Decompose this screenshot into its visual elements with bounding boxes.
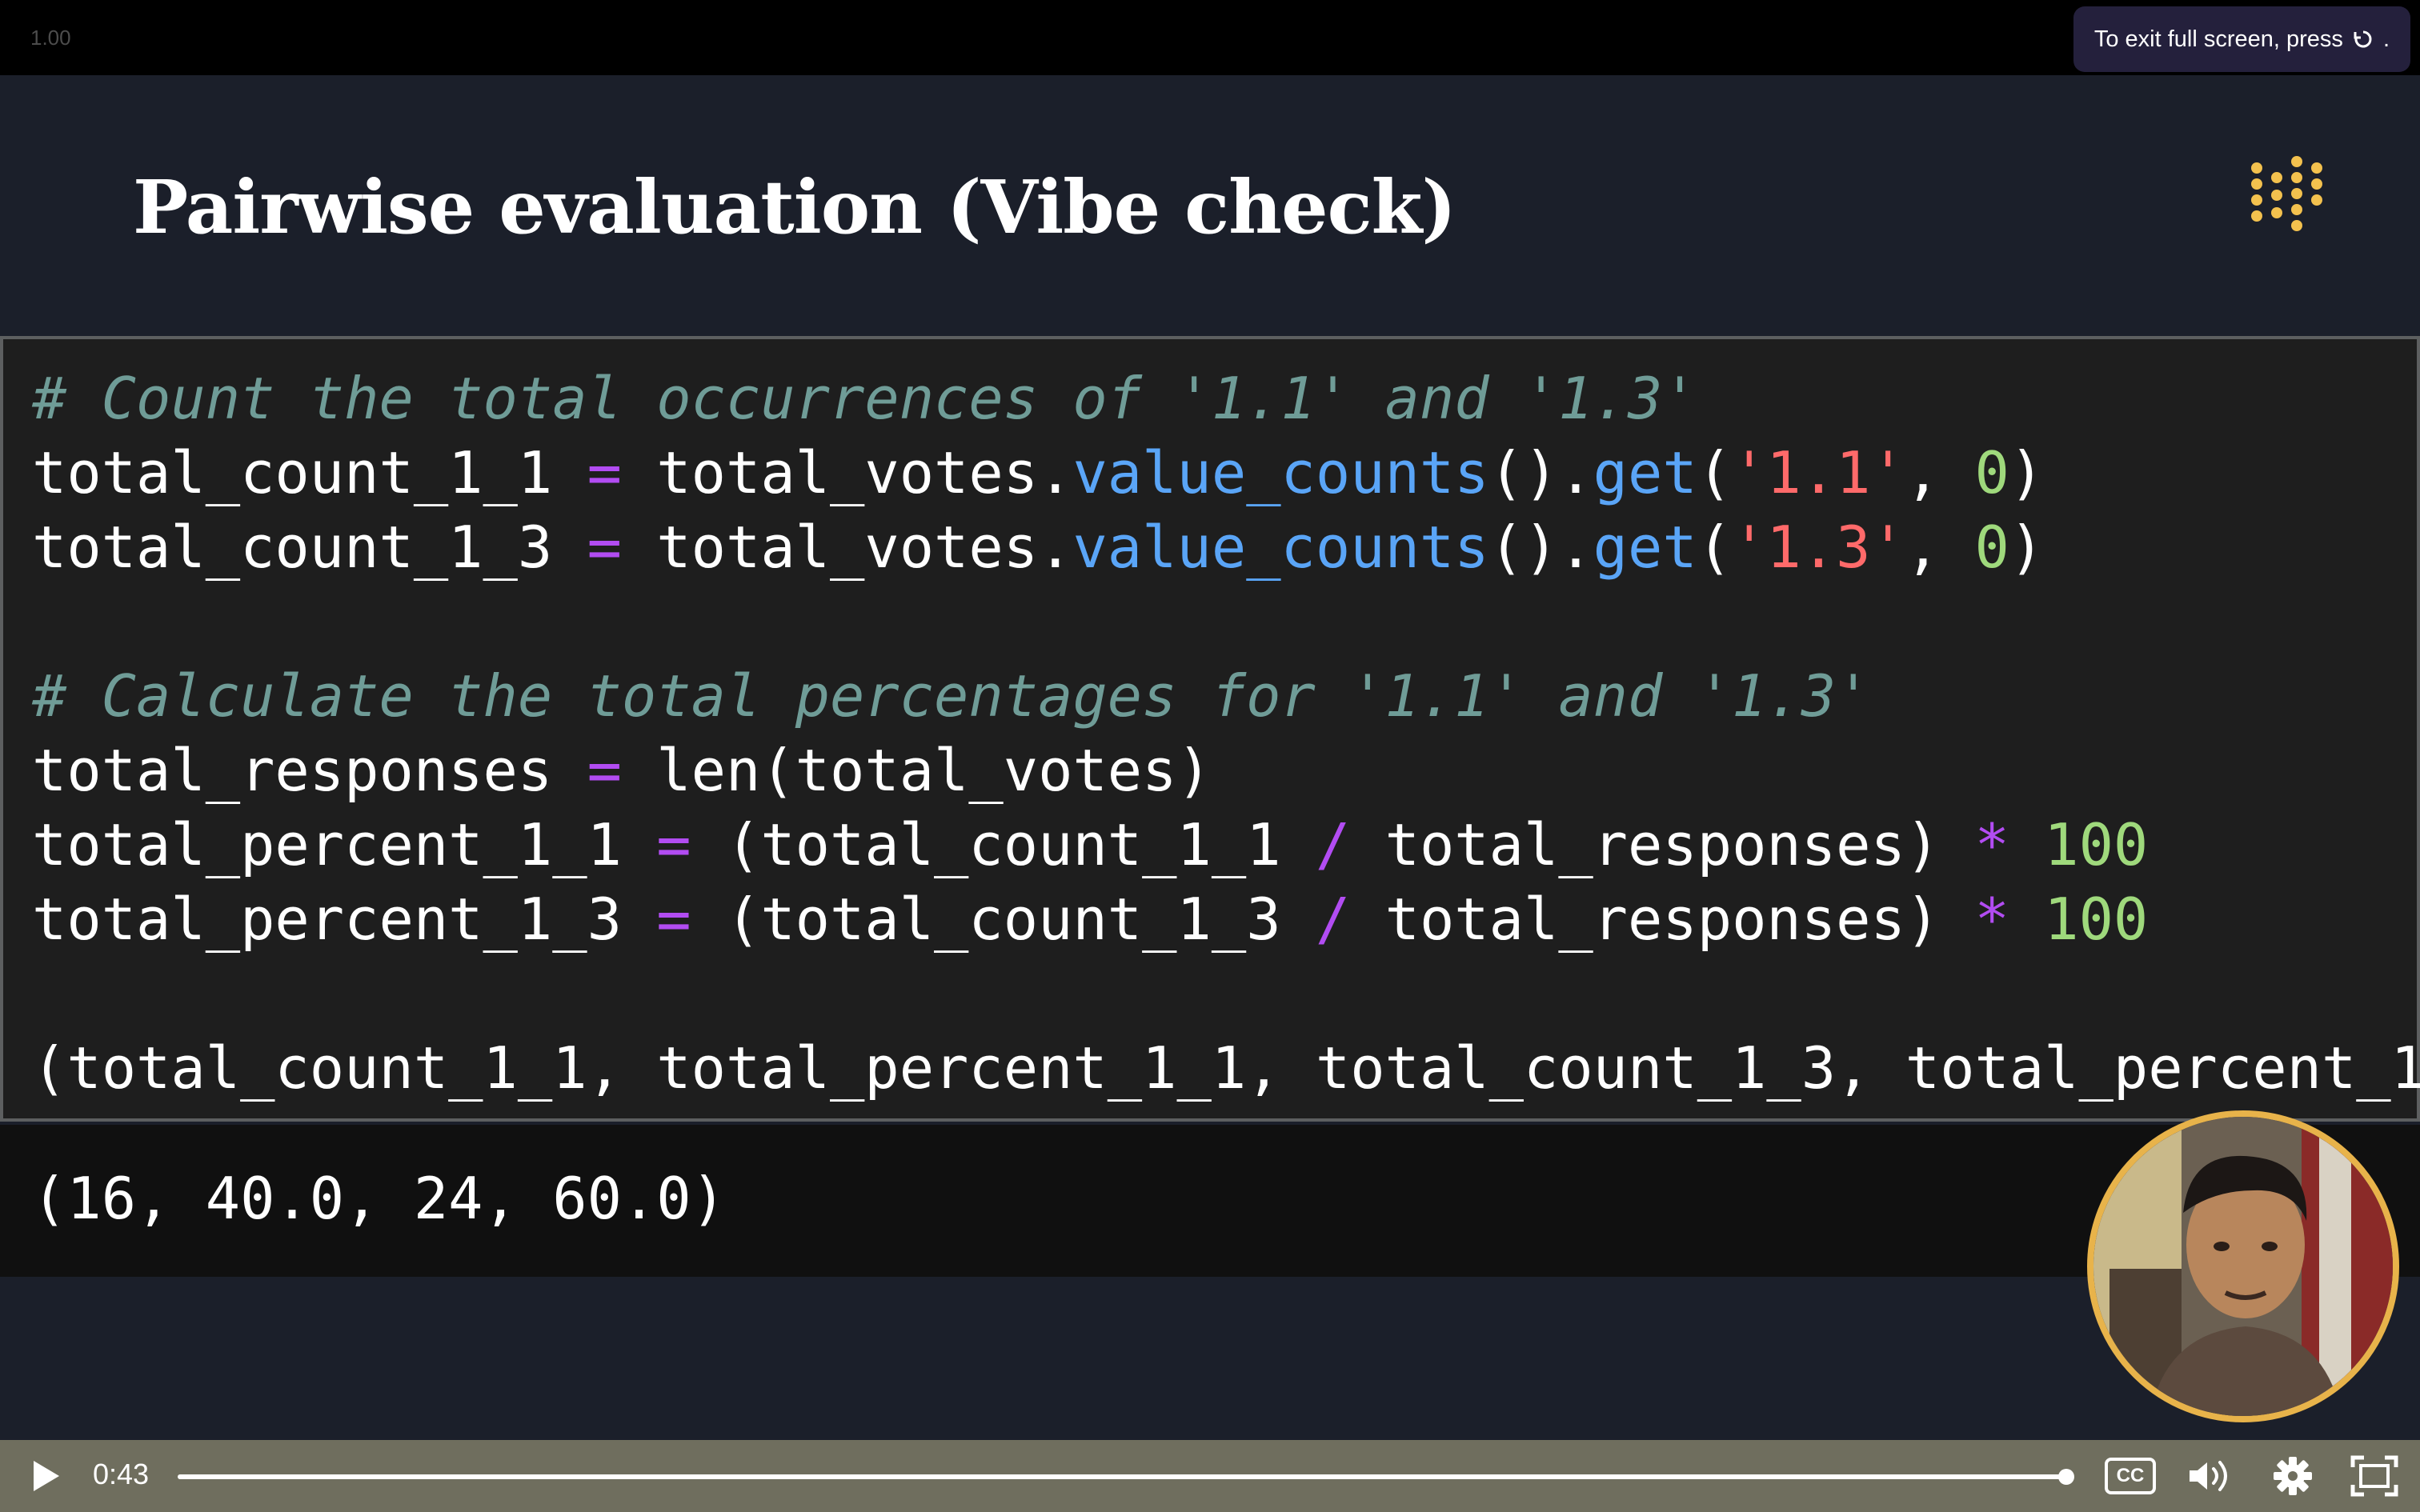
logo-dot bbox=[2271, 190, 2282, 201]
code-token: ) bbox=[2009, 514, 2045, 581]
escape-key-icon bbox=[2351, 27, 2375, 51]
fullscreen-exit-icon[interactable] bbox=[2350, 1454, 2399, 1498]
top-bar: 1.00 To exit full screen, press . bbox=[0, 0, 2420, 75]
logo-dot bbox=[2251, 194, 2262, 206]
code-line: total_count_1_1 = total_votes.value_coun… bbox=[32, 436, 2420, 510]
logo-dot bbox=[2251, 162, 2262, 174]
code-token: / bbox=[1315, 811, 1351, 878]
exit-fullscreen-toast: To exit full screen, press . bbox=[2073, 6, 2410, 72]
code-token: / bbox=[1315, 886, 1351, 953]
play-icon[interactable] bbox=[24, 1454, 67, 1498]
code-token: total_responses bbox=[32, 737, 587, 804]
code-token: ) bbox=[2009, 439, 2045, 506]
logo-dot bbox=[2311, 178, 2322, 190]
output-text: (16, 40.0, 24, 60.0) bbox=[32, 1165, 726, 1232]
player-controls: 0:43 CC bbox=[0, 1440, 2420, 1512]
code-token: '1.1' bbox=[1732, 439, 1905, 506]
code-token: 100 bbox=[2044, 811, 2149, 878]
code-token: len(total_votes) bbox=[621, 737, 1212, 804]
code-token: ( bbox=[1697, 514, 1733, 581]
code-token: get bbox=[1593, 439, 1697, 506]
code-token: = bbox=[656, 886, 691, 953]
code-token: total_responses) bbox=[1350, 811, 1975, 878]
code-token: total_votes. bbox=[621, 439, 1073, 506]
code-token: total_count_1_1 bbox=[32, 439, 587, 506]
current-time: 0:43 bbox=[93, 1458, 150, 1490]
settings-gear-icon[interactable] bbox=[2271, 1454, 2314, 1498]
code-token: (). bbox=[1488, 439, 1593, 506]
code-token: value_counts bbox=[1072, 514, 1489, 581]
code-token: , bbox=[1905, 514, 1975, 581]
progress-handle[interactable] bbox=[2058, 1469, 2074, 1485]
code-token: = bbox=[587, 439, 622, 506]
code-token: * bbox=[1974, 886, 2009, 953]
logo-dot bbox=[2291, 204, 2302, 215]
code-token: get bbox=[1593, 514, 1697, 581]
code-line: total_percent_1_3 = (total_count_1_3 / t… bbox=[32, 882, 2420, 957]
code-token: (total_count_1_3 bbox=[691, 886, 1316, 953]
volume-icon[interactable] bbox=[2185, 1454, 2234, 1498]
progress-bar[interactable] bbox=[178, 1469, 2074, 1485]
code-line: # Calculate the total percentages for '1… bbox=[32, 659, 2420, 734]
logo-dot bbox=[2251, 210, 2262, 222]
code-token: total_percent_1_1 bbox=[32, 811, 657, 878]
code-token: value_counts bbox=[1072, 439, 1489, 506]
logo-dot bbox=[2291, 220, 2302, 231]
exit-toast-text: To exit full screen, press bbox=[2093, 26, 2343, 52]
code-token: = bbox=[587, 514, 622, 581]
logo-dot bbox=[2311, 194, 2322, 206]
code-token: # Calculate the total percentages for '1… bbox=[32, 662, 1871, 730]
code-token: total_percent_1_3 bbox=[32, 886, 657, 953]
code-token: '1.3' bbox=[1732, 514, 1905, 581]
code-token: # Count the total occurrences of '1.1' a… bbox=[32, 365, 1697, 432]
code-token: = bbox=[587, 737, 622, 804]
code-token: 0 bbox=[1974, 514, 2009, 581]
code-token: (total_count_1_1, total_percent_1_1, tot… bbox=[32, 1034, 2420, 1102]
progress-fill bbox=[178, 1474, 2066, 1479]
code-token: = bbox=[656, 811, 691, 878]
code-line: total_percent_1_1 = (total_count_1_1 / t… bbox=[32, 808, 2420, 882]
code-token: total_votes. bbox=[621, 514, 1073, 581]
code-token: , bbox=[1905, 439, 1975, 506]
logo-dot bbox=[2291, 188, 2302, 199]
logo-dot bbox=[2311, 162, 2322, 174]
code-token: total_responses) bbox=[1350, 886, 1975, 953]
code-token: * bbox=[1974, 811, 2009, 878]
logo-dot bbox=[2271, 207, 2282, 218]
version-label: 1.00 bbox=[30, 26, 71, 50]
brand-logo-icon bbox=[2251, 156, 2322, 231]
code-token: ( bbox=[1697, 439, 1733, 506]
logo-dot bbox=[2291, 172, 2302, 183]
code-token: total_count_1_3 bbox=[32, 514, 587, 581]
slide-title: Pairwise evaluation (Vibe check) bbox=[133, 164, 1456, 250]
code-line: total_responses = len(total_votes) bbox=[32, 734, 2420, 808]
code-token: (). bbox=[1488, 514, 1593, 581]
code-line: (total_count_1_1, total_percent_1_1, tot… bbox=[32, 1031, 2420, 1106]
presenter-video-image bbox=[2093, 1117, 2393, 1416]
logo-dot bbox=[2271, 172, 2282, 183]
code-cell[interactable]: # Count the total occurrences of '1.1' a… bbox=[0, 336, 2420, 1122]
code-token: (total_count_1_1 bbox=[691, 811, 1316, 878]
closed-captions-button[interactable]: CC bbox=[2105, 1458, 2156, 1494]
code-editor[interactable]: # Count the total occurrences of '1.1' a… bbox=[32, 362, 2420, 1106]
video-player[interactable]: 1.00 To exit full screen, press . Pairwi… bbox=[0, 0, 2420, 1512]
output-cell: (16, 40.0, 24, 60.0) bbox=[0, 1125, 2420, 1277]
code-line: # Count the total occurrences of '1.1' a… bbox=[32, 362, 2420, 436]
logo-dot bbox=[2251, 178, 2262, 190]
presenter-webcam bbox=[2087, 1110, 2399, 1422]
code-token: 100 bbox=[2044, 886, 2149, 953]
code-line: total_count_1_3 = total_votes.value_coun… bbox=[32, 510, 2420, 585]
logo-dot bbox=[2291, 156, 2302, 167]
code-token: 0 bbox=[1974, 439, 2009, 506]
